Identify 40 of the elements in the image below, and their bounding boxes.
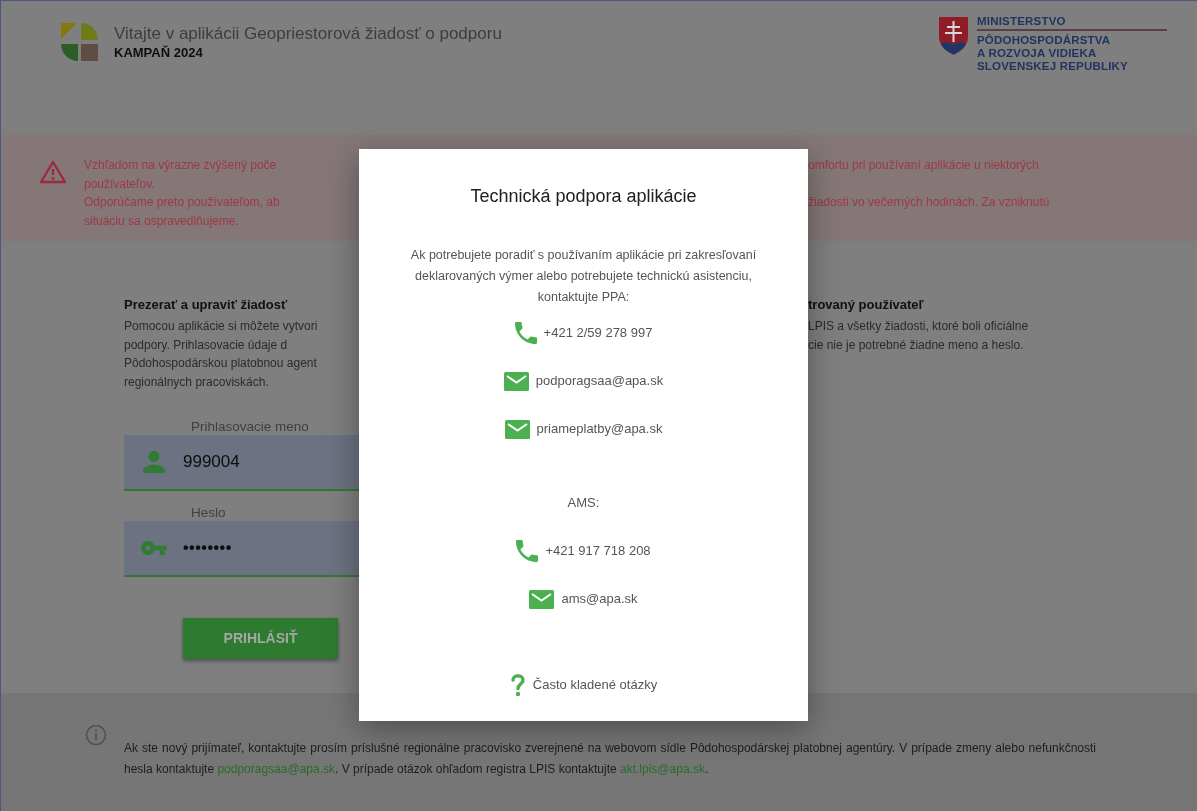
app-logo: [61, 23, 98, 61]
email-contact[interactable]: ams@apa.sk: [561, 589, 638, 609]
alert-message: žiadosti vo večerných hodinách. Za vzniknutú: [808, 194, 1051, 211]
alert-message: Vzhľadom na výrazne zvýšený poče používateľov. Odporúčame preto používateľom, ab situáciu sa ospravedlňujeme.: [84, 157, 280, 230]
envelope-icon: [504, 419, 530, 439]
campaign-label: KAMPAŇ 2024: [114, 45, 204, 61]
email-contact[interactable]: priameplatby@apa.sk: [536, 419, 663, 439]
section-heading: Prezerať a upraviť žiadosť: [124, 296, 289, 314]
envelope-icon: [529, 589, 555, 609]
warning-icon: [39, 160, 67, 184]
section-description: LPIS a všetky žiadosti, ktoré boli oficiálne cie nie je potrebné žiadne meno a heslo.: [808, 318, 1030, 354]
key-icon: [140, 541, 167, 555]
phone-icon: [514, 322, 537, 344]
section-description: Pomocou aplikácie si môžete vytvori podpory. Prihlasovacie údaje d Pôdohospodárskou platobnou agent regionálnych pracoviskách.: [124, 318, 319, 391]
ministry-name: MINISTERSTVO: [977, 15, 1167, 31]
ministry-name: A ROZVOJA VIDIEKA: [977, 47, 1098, 60]
phone-icon: [516, 540, 539, 562]
section-heading: trovaný používateľ: [808, 296, 925, 314]
ministry-name: PÔDOHOSPODÁRSTVA: [977, 34, 1112, 47]
app-title: Vitajte v aplikácii Geopriestorová žiadosť o podporu: [114, 23, 502, 45]
ministry-name: SLOVENSKEJ REPUBLIKY: [977, 60, 1129, 73]
username-field[interactable]: 999004: [124, 435, 359, 491]
password-field[interactable]: ••••••••: [124, 521, 359, 577]
dialog-intro: Ak potrebujete poradiť s používaním aplikácie pri zakresľovaní deklarovaných výmer alebo potrebujete technickú asistenciu, kontaktujte PPA:: [409, 247, 758, 306]
phone-number: +421 2/59 278 997: [543, 324, 653, 343]
field-label: Prihlasovacie meno: [190, 419, 310, 435]
dialog-title: Technická podpora aplikácie: [470, 185, 697, 208]
phone-number: +421 917 718 208: [545, 542, 651, 561]
person-icon: [142, 451, 165, 473]
contact-group-label: AMS:: [567, 494, 600, 512]
question-mark-icon: [509, 673, 526, 697]
alert-message: omfortu pri používaní aplikácie u niektorých: [808, 157, 1040, 174]
coat-of-arms-icon: [939, 17, 968, 55]
email-contact[interactable]: podporagsaa@apa.sk: [535, 371, 664, 391]
info-icon: [85, 724, 107, 746]
faq-link[interactable]: Často kladené otázky: [532, 675, 658, 695]
envelope-icon: [503, 371, 529, 391]
login-button[interactable]: PRIHLÁSIŤ: [183, 618, 338, 659]
footer-note: Ak ste nový prijímateľ, kontaktujte prosím príslušné regionálne pracovisko zverejnené na webovom sídle Pôdohospodárskej platobnej agentúry. V prípade zmeny alebo nefunkčnosti hesla kontaktujte podporagsaa@apa.sk. V prípade otázok ohľadom registra LPIS kontaktujte akt.lpis@apa.sk.: [124, 740, 1096, 778]
field-label: Heslo: [190, 505, 227, 521]
